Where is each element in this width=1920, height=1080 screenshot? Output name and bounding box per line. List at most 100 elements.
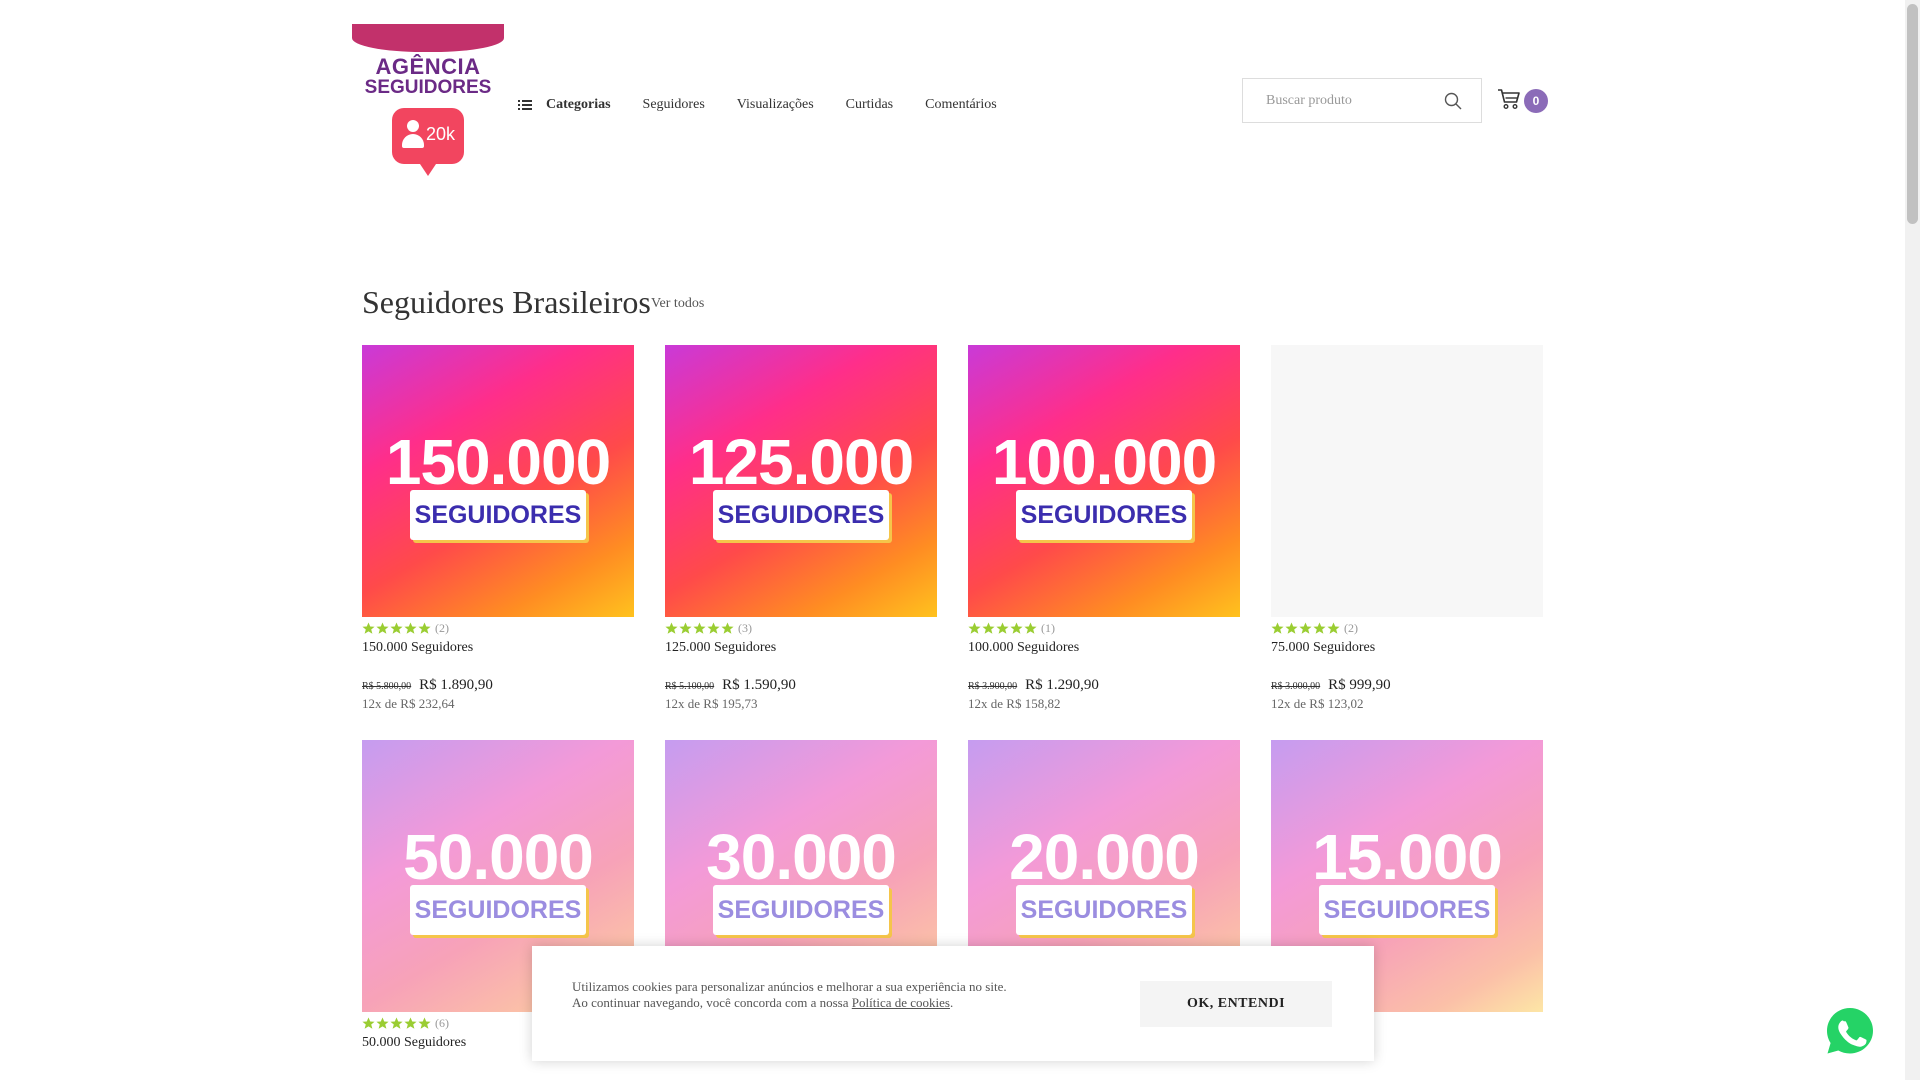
- old-price: R$ 3.000,00: [1271, 681, 1321, 692]
- nav-visualizacoes[interactable]: Visualizações: [737, 97, 814, 113]
- review-count: (2): [1344, 620, 1358, 635]
- product-rating: (6): [362, 1015, 449, 1031]
- star-icon: [1299, 622, 1312, 634]
- thumb-tag: SEGUIDORES: [1016, 885, 1192, 935]
- thumb-number: 30.000: [706, 821, 897, 893]
- old-price: R$ 3.900,00: [968, 681, 1018, 692]
- cart-icon: [1498, 89, 1520, 110]
- star-icon: [376, 1017, 389, 1029]
- star-icon: [362, 622, 375, 634]
- review-count: (1): [1041, 620, 1055, 635]
- product-image[interactable]: 150.000 SEGUIDORES: [362, 345, 634, 617]
- rating-stars: [1271, 622, 1341, 635]
- list-icon: [518, 99, 532, 111]
- logo-count: 20k: [426, 124, 456, 144]
- cookie-policy-link[interactable]: Política de cookies: [852, 995, 950, 1010]
- nav-categorias-label: Categorias: [546, 97, 611, 112]
- thumb-number: 150.000: [385, 426, 611, 498]
- product-name[interactable]: 100.000 Seguidores: [968, 640, 1079, 656]
- star-icon: [968, 622, 981, 634]
- star-icon: [996, 622, 1009, 634]
- logo-badge: 20k: [392, 108, 464, 176]
- main-nav: Categorias Seguidores Visualizações Curt…: [518, 94, 1029, 116]
- star-icon: [1313, 622, 1326, 634]
- section-title: Seguidores Brasileiros: [362, 284, 651, 320]
- site-logo[interactable]: AGÊNCIA SEGUIDORES 20k: [352, 24, 504, 176]
- installments: 12x de R$ 195,73: [665, 696, 758, 711]
- cookie-banner: Utilizamos cookies para personalizar anú…: [532, 946, 1374, 1061]
- thumb-tag-label: SEGUIDORES: [717, 501, 885, 529]
- star-icon: [418, 1017, 431, 1029]
- price-row: R$ 5.100,00 R$ 1.590,90: [665, 677, 796, 694]
- logo-line2: SEGUIDORES: [364, 77, 492, 98]
- installments: 12x de R$ 123,02: [1271, 696, 1364, 711]
- installments: 12x de R$ 158,82: [968, 696, 1061, 711]
- thumb-tag-label: SEGUIDORES: [414, 896, 582, 924]
- thumb-number: 20.000: [1009, 821, 1200, 893]
- product-name[interactable]: 150.000 Seguidores: [362, 640, 473, 656]
- product-rating: (2): [1271, 620, 1358, 636]
- rating-stars: [362, 1017, 432, 1030]
- star-icon: [1010, 622, 1023, 634]
- nav-curtidas[interactable]: Curtidas: [846, 97, 893, 113]
- thumb-tag: SEGUIDORES: [713, 885, 889, 935]
- star-icon: [982, 622, 995, 634]
- logo-banner: [352, 24, 504, 52]
- thumb-number: 125.000: [688, 426, 914, 498]
- review-count: (6): [435, 1015, 449, 1030]
- search-input[interactable]: [1243, 79, 1443, 122]
- page-scrollbar[interactable]: [1905, 0, 1920, 1080]
- scrollbar-thumb[interactable]: [1907, 4, 1918, 224]
- cart-button[interactable]: 0: [1497, 86, 1549, 114]
- old-price: R$ 5.100,00: [665, 681, 715, 692]
- star-icon: [665, 622, 678, 634]
- whatsapp-icon[interactable]: [1824, 1005, 1876, 1057]
- product-image[interactable]: [1271, 345, 1543, 617]
- current-price: R$ 999,90: [1328, 677, 1391, 693]
- rating-stars: [665, 622, 735, 635]
- product-image[interactable]: 125.000 SEGUIDORES: [665, 345, 937, 617]
- product-image[interactable]: 100.000 SEGUIDORES: [968, 345, 1240, 617]
- star-icon: [1024, 622, 1037, 634]
- star-icon: [418, 622, 431, 634]
- product-rating: (2): [362, 620, 449, 636]
- thumb-tag: SEGUIDORES: [410, 885, 586, 935]
- star-icon: [1271, 622, 1284, 634]
- price-row: R$ 3.900,00 R$ 1.290,90: [968, 677, 1099, 694]
- thumb-tag-label: SEGUIDORES: [1020, 501, 1188, 529]
- cookie-accept-button[interactable]: OK, ENTENDI: [1140, 981, 1332, 1027]
- cookie-text: Utilizamos cookies para personalizar anú…: [572, 979, 1007, 1010]
- star-icon: [376, 622, 389, 634]
- product-name[interactable]: 75.000 Seguidores: [1271, 640, 1375, 656]
- thumb-tag: SEGUIDORES: [1319, 885, 1495, 935]
- search-box: [1242, 78, 1482, 123]
- site-header: AGÊNCIA SEGUIDORES 20k Categorias Seguid…: [0, 0, 1905, 180]
- star-icon: [721, 622, 734, 634]
- thumb-tag: SEGUIDORES: [713, 490, 889, 540]
- price-row: R$ 3.000,00 R$ 999,90: [1271, 677, 1391, 694]
- thumb-number: 100.000: [991, 426, 1217, 498]
- review-count: (2): [435, 620, 449, 635]
- old-price: R$ 5.800,00: [362, 681, 412, 692]
- search-icon[interactable]: [1443, 91, 1463, 111]
- installments: 12x de R$ 232,64: [362, 696, 455, 711]
- star-icon: [1285, 622, 1298, 634]
- star-icon: [362, 1017, 375, 1029]
- current-price: R$ 1.890,90: [419, 677, 493, 693]
- product-name[interactable]: 125.000 Seguidores: [665, 640, 776, 656]
- thumb-tag-label: SEGUIDORES: [717, 896, 885, 924]
- thumb-tag: SEGUIDORES: [1016, 490, 1192, 540]
- see-all-link[interactable]: Ver todos: [651, 296, 704, 312]
- star-icon: [679, 622, 692, 634]
- nav-categorias[interactable]: Categorias: [518, 97, 611, 113]
- nav-comentarios[interactable]: Comentários: [925, 97, 997, 113]
- product-rating: (1): [968, 620, 1055, 636]
- thumb-tag-label: SEGUIDORES: [1020, 896, 1188, 924]
- star-icon: [404, 622, 417, 634]
- nav-seguidores[interactable]: Seguidores: [643, 97, 705, 113]
- thumb-number: 50.000: [403, 821, 594, 893]
- review-count: (3): [738, 620, 752, 635]
- thumb-number: 15.000: [1312, 821, 1503, 893]
- product-name[interactable]: 50.000 Seguidores: [362, 1035, 466, 1051]
- price-row: R$ 5.800,00 R$ 1.890,90: [362, 677, 493, 694]
